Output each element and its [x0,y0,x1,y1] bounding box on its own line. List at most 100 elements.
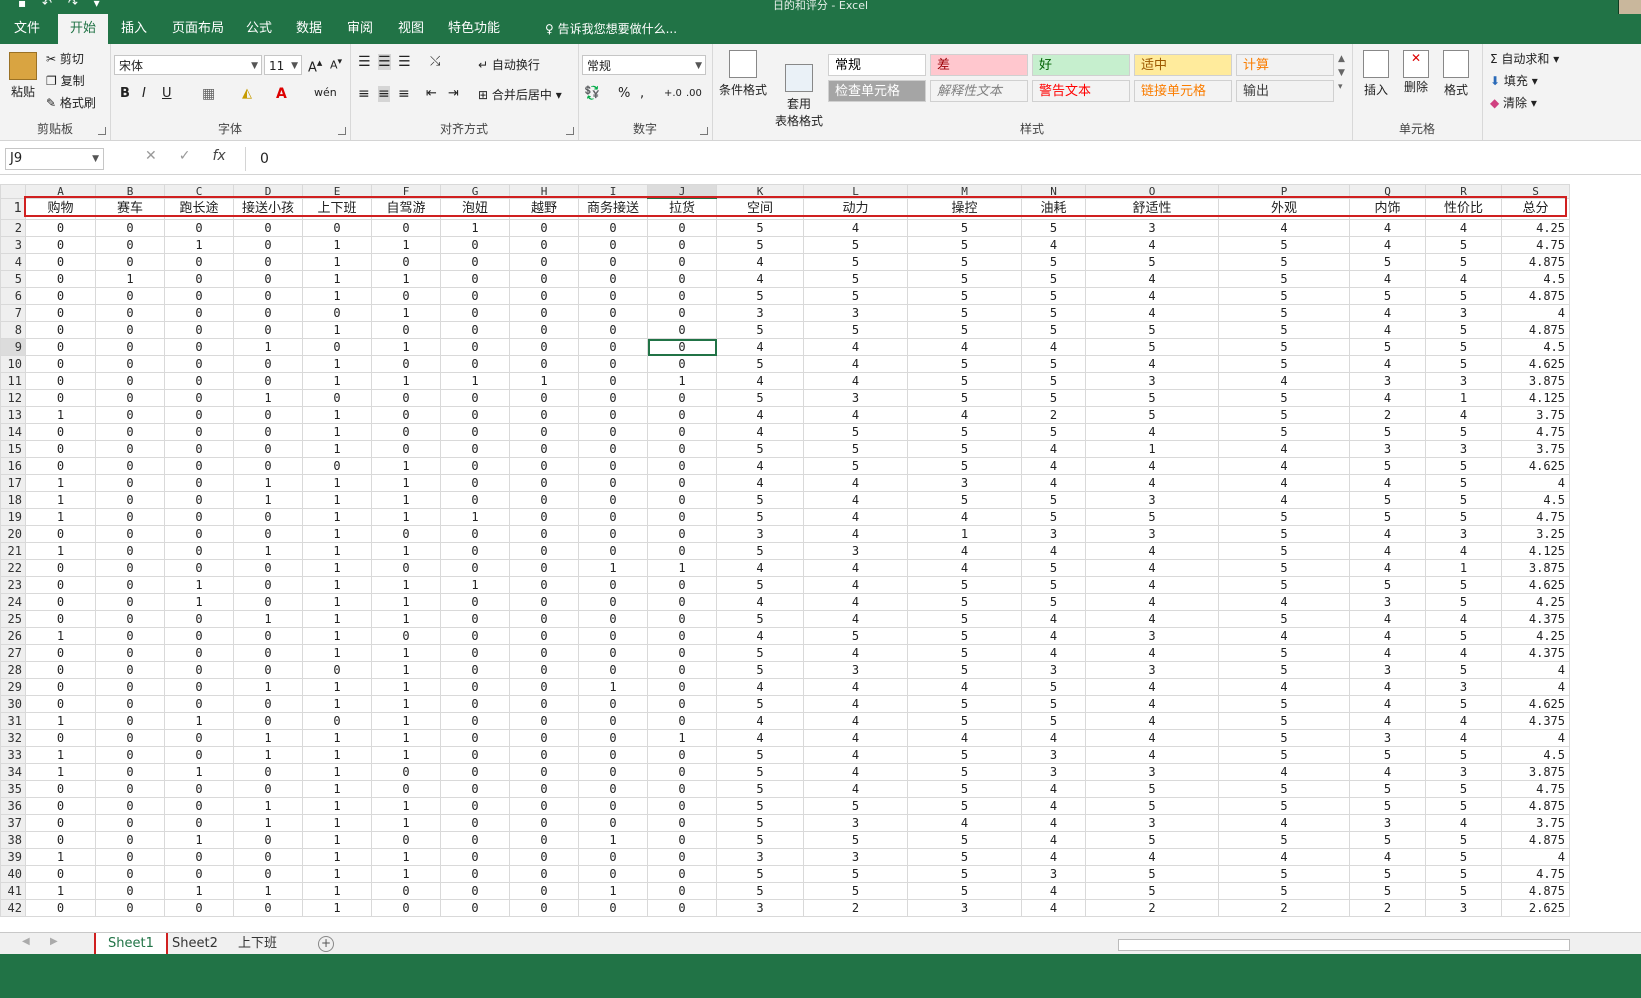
data-cell[interactable]: 3 [1425,372,1502,390]
data-cell[interactable]: 0 [25,729,96,747]
data-cell[interactable]: 3 [1349,729,1426,747]
data-cell[interactable]: 0 [578,542,648,560]
select-all-corner[interactable] [0,184,26,199]
data-cell[interactable]: 0 [233,661,303,679]
data-cell[interactable]: 0 [233,321,303,339]
tell-me-box[interactable]: ♀ 告诉我您想要做什么... [545,14,677,44]
data-cell[interactable]: 5 [803,865,908,883]
data-cell[interactable]: 1 [233,389,303,407]
data-cell[interactable]: 5 [1218,423,1350,441]
data-cell[interactable]: 0 [233,627,303,645]
data-cell[interactable]: 5 [907,219,1022,237]
data-cell[interactable]: 5 [907,848,1022,866]
data-cell[interactable]: 5 [1085,338,1219,356]
data-cell[interactable]: 1 [302,542,372,560]
data-cell[interactable]: 4 [1425,219,1502,237]
data-cell[interactable]: 1 [164,576,234,594]
data-cell[interactable]: 0 [440,491,510,509]
data-cell[interactable]: 0 [25,797,96,815]
data-cell[interactable]: 5 [1425,287,1502,305]
data-cell[interactable]: 0 [95,814,165,832]
data-cell[interactable]: 0 [233,236,303,254]
delete-button[interactable]: ✕ 删除 [1398,50,1434,95]
data-cell[interactable]: 0 [233,287,303,305]
data-cell[interactable]: 5 [907,712,1022,730]
data-cell[interactable]: 0 [164,678,234,696]
data-cell[interactable]: 0 [95,746,165,764]
column-header[interactable]: J [647,184,717,199]
data-cell[interactable]: 5 [907,253,1022,271]
data-cell[interactable]: 5 [907,644,1022,662]
data-cell[interactable]: 4 [716,627,804,645]
data-cell[interactable]: 0 [578,287,648,305]
header-cell[interactable]: 购物 [25,197,96,220]
data-cell[interactable]: 1 [578,678,648,696]
data-cell[interactable]: 1 [371,593,441,611]
data-cell[interactable]: 4 [1085,304,1219,322]
data-cell[interactable]: 5 [1021,593,1086,611]
header-cell[interactable]: 上下班 [302,197,372,220]
data-cell[interactable]: 0 [509,814,579,832]
data-cell[interactable]: 4 [907,678,1022,696]
data-cell[interactable]: 4 [1085,729,1219,747]
data-cell[interactable]: 0 [578,389,648,407]
data-cell[interactable]: 0 [509,389,579,407]
data-cell[interactable]: 5 [1425,355,1502,373]
data-cell[interactable]: 5 [803,253,908,271]
data-cell[interactable]: 0 [302,389,372,407]
data-cell[interactable]: 0 [302,304,372,322]
data-cell[interactable]: 0 [647,780,717,798]
column-header[interactable]: B [95,184,165,199]
data-cell[interactable]: 0 [164,389,234,407]
data-cell[interactable]: 1 [371,491,441,509]
data-cell[interactable]: 0 [440,780,510,798]
data-cell[interactable]: 4 [1218,814,1350,832]
data-cell[interactable]: 5 [716,780,804,798]
data-cell[interactable]: 1 [371,542,441,560]
data-cell[interactable]: 0 [440,321,510,339]
data-cell[interactable]: 0 [509,559,579,577]
row-header[interactable]: 31 [0,712,26,730]
data-cell[interactable]: 5 [1218,321,1350,339]
align-center-icon[interactable]: ≡ [378,86,390,102]
data-cell[interactable]: 0 [95,627,165,645]
data-cell[interactable]: 4 [1218,763,1350,781]
data-cell[interactable]: 4 [803,355,908,373]
data-cell[interactable]: 5 [803,831,908,849]
data-cell[interactable]: 4.625 [1501,355,1570,373]
style-explanatory[interactable]: 解释性文本 [930,80,1028,102]
row-header[interactable]: 1 [0,197,26,220]
data-cell[interactable]: 4 [803,695,908,713]
data-cell[interactable]: 4 [1349,610,1426,628]
data-cell[interactable]: 5 [1218,508,1350,526]
data-cell[interactable]: 0 [578,899,648,917]
style-good[interactable]: 好 [1032,54,1130,76]
data-cell[interactable]: 0 [440,593,510,611]
data-cell[interactable]: 5 [1218,610,1350,628]
data-cell[interactable]: 5 [1085,406,1219,424]
data-cell[interactable]: 0 [95,253,165,271]
data-cell[interactable]: 0 [509,627,579,645]
data-cell[interactable]: 0 [25,559,96,577]
data-cell[interactable]: 5 [1021,355,1086,373]
data-cell[interactable]: 1 [302,576,372,594]
data-cell[interactable]: 5 [716,321,804,339]
data-cell[interactable]: 4 [907,559,1022,577]
data-cell[interactable]: 4 [1021,457,1086,475]
data-cell[interactable]: 0 [302,219,372,237]
data-cell[interactable]: 1 [233,746,303,764]
data-cell[interactable]: 0 [164,780,234,798]
row-header[interactable]: 10 [0,355,26,373]
data-cell[interactable]: 0 [302,712,372,730]
data-cell[interactable]: 1 [164,831,234,849]
data-cell[interactable]: 0 [647,440,717,458]
data-cell[interactable]: 0 [233,712,303,730]
data-cell[interactable]: 1 [25,746,96,764]
data-cell[interactable]: 5 [907,440,1022,458]
data-cell[interactable]: 0 [647,644,717,662]
data-cell[interactable]: 3 [1085,763,1219,781]
data-cell[interactable]: 0 [233,899,303,917]
data-cell[interactable]: 0 [647,882,717,900]
data-cell[interactable]: 5 [1021,712,1086,730]
data-cell[interactable]: 0 [647,253,717,271]
